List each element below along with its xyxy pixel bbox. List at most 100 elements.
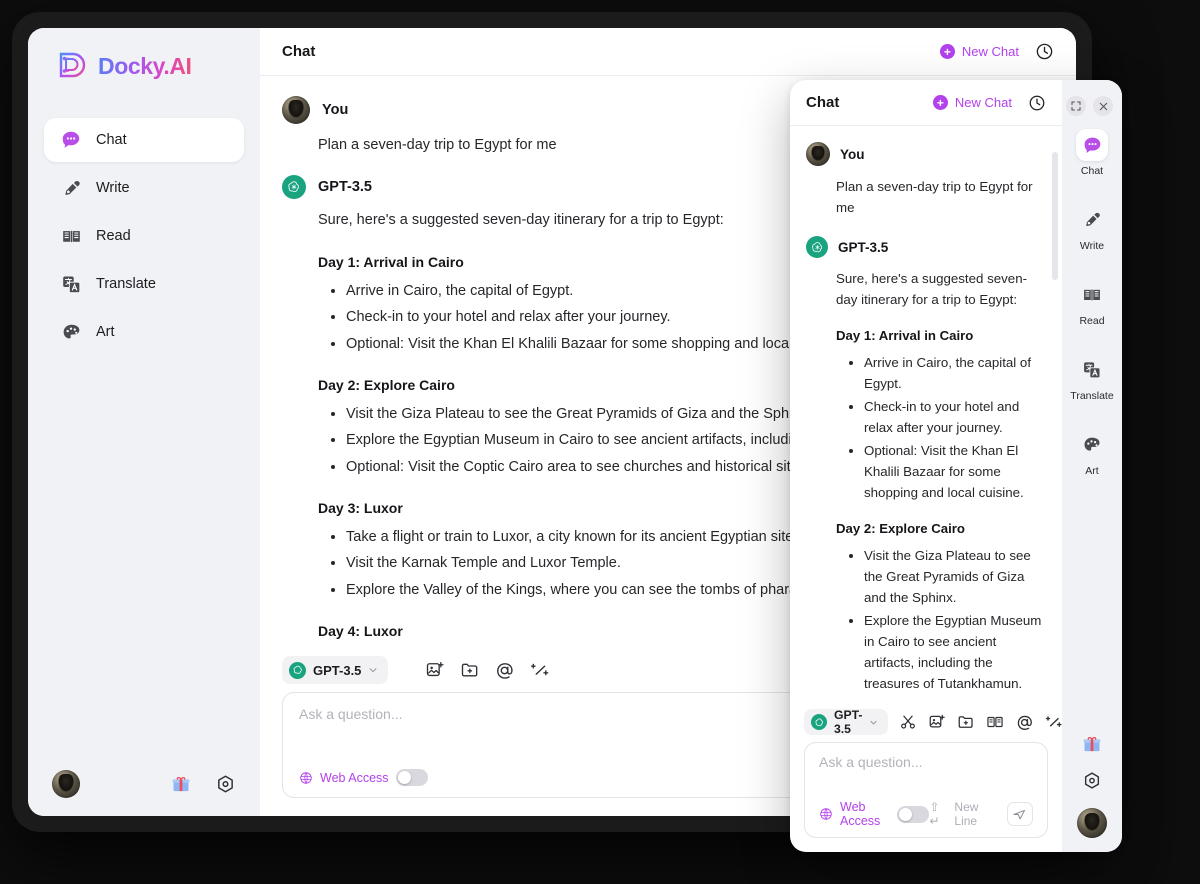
rail-item-label: Translate [1070, 390, 1114, 402]
sidebar-item-label: Write [96, 180, 130, 196]
toggle-switch[interactable] [395, 769, 428, 786]
assistant-intro: Sure, here's a suggested seven-day itine… [836, 271, 1028, 307]
message-author: You [322, 102, 349, 118]
translate-icon [60, 273, 82, 295]
message-author: GPT-3.5 [318, 179, 372, 196]
new-chat-button[interactable]: + New Chat [939, 44, 1019, 59]
rail-item-write[interactable]: Write [1066, 195, 1118, 256]
newline-keys: ⇧ ↵ [929, 800, 940, 828]
mention-at-icon[interactable] [494, 660, 515, 681]
plus-icon: + [932, 95, 948, 110]
sidebar-nav: Chat Write Read Translate Art [44, 118, 244, 354]
palette-icon [60, 321, 82, 343]
avatar [806, 142, 830, 166]
rail-item-art[interactable]: Art [1066, 420, 1118, 481]
floating-composer: GPT-3.5 Ask a question... Web Access ⇧ ↵… [790, 708, 1063, 852]
web-access-label: Web Access [840, 800, 881, 828]
day-items: Arrive in Cairo, the capital of Egypt. C… [836, 352, 1046, 503]
main-header-actions: + New Chat [939, 42, 1054, 61]
openai-logo-icon [811, 714, 827, 730]
folder-add-icon[interactable] [957, 713, 975, 732]
floating-chat-window: Chat + New Chat You Plan a seven-day tri… [790, 80, 1122, 852]
floating-rail: Chat Write Read Translate Art [1062, 80, 1122, 852]
new-chat-label: New Chat [954, 95, 1012, 110]
brand-name: Docky.AI [98, 52, 192, 79]
scissors-icon[interactable] [899, 713, 917, 732]
window-buttons [1066, 96, 1113, 116]
gift-icon[interactable] [171, 774, 191, 794]
model-selector[interactable]: GPT-3.5 [282, 656, 389, 684]
plus-icon: + [939, 44, 955, 59]
day-items: Visit the Giza Plateau to see the Great … [836, 545, 1046, 694]
sidebar-item-art[interactable]: Art [44, 310, 244, 354]
sidebar-item-write[interactable]: Write [44, 166, 244, 210]
translate-icon [1076, 354, 1108, 386]
folder-add-icon[interactable] [459, 660, 480, 681]
sidebar-item-chat[interactable]: Chat [44, 118, 244, 162]
open-book-icon [60, 225, 82, 247]
openai-logo-icon [282, 175, 306, 200]
message-header: GPT-3.5 [806, 236, 1046, 258]
expand-icon[interactable] [1066, 96, 1086, 116]
web-access-toggle[interactable]: Web Access [819, 800, 930, 828]
message-author: You [840, 146, 865, 162]
floating-page-title: Chat [806, 94, 840, 111]
image-add-icon[interactable] [928, 713, 946, 732]
settings-gear-icon[interactable] [215, 774, 236, 795]
rail-item-label: Write [1079, 240, 1105, 252]
model-name: GPT-3.5 [834, 708, 863, 736]
web-access-toggle[interactable]: Web Access [299, 769, 428, 786]
message-input[interactable]: Ask a question... Web Access ⇧ ↵ New Lin… [804, 742, 1048, 838]
sidebar-item-label: Chat [96, 132, 127, 148]
model-name: GPT-3.5 [313, 662, 362, 678]
chat-bubble-icon [60, 129, 82, 151]
prompt-magic-icon[interactable] [1045, 713, 1063, 732]
message-user: You Plan a seven-day trip to Egypt for m… [806, 142, 1046, 218]
toggle-switch[interactable] [897, 805, 930, 823]
sidebar-footer-actions [171, 774, 236, 795]
new-chat-button[interactable]: + New Chat [932, 95, 1012, 110]
openai-logo-icon [289, 661, 306, 679]
open-book-icon [1076, 279, 1108, 311]
rail-item-chat[interactable]: Chat [1066, 120, 1118, 181]
clock-history-icon[interactable] [1028, 94, 1046, 112]
chat-bubble-icon [1076, 129, 1108, 161]
close-icon[interactable] [1093, 96, 1113, 116]
rail-item-label: Read [1079, 315, 1105, 327]
sidebar-item-read[interactable]: Read [44, 214, 244, 258]
send-button[interactable] [1006, 802, 1033, 826]
assistant-body: Sure, here's a suggested seven-day itine… [806, 268, 1046, 694]
docky-logo-icon [54, 49, 88, 83]
message-text: Plan a seven-day trip to Egypt for me [836, 179, 1033, 215]
image-add-icon[interactable] [424, 660, 445, 681]
page-title: Chat [282, 43, 316, 60]
message-author: GPT-3.5 [838, 239, 889, 255]
prompt-magic-icon[interactable] [529, 660, 550, 681]
sidebar-item-label: Translate [96, 276, 156, 292]
message-header: You [806, 142, 1046, 166]
avatar[interactable] [1077, 808, 1107, 838]
globe-icon [299, 771, 313, 785]
rail-item-read[interactable]: Read [1066, 270, 1118, 331]
list-item: Arrive in Cairo, the capital of Egypt. [864, 352, 1046, 394]
avatar[interactable] [52, 770, 80, 798]
new-chat-label: New Chat [961, 44, 1019, 59]
model-selector[interactable]: GPT-3.5 [804, 708, 889, 736]
rail-footer [1062, 734, 1122, 838]
gift-icon[interactable] [1082, 734, 1102, 754]
day-title: Day 1: Arrival in Cairo [836, 328, 974, 343]
floating-header: Chat + New Chat [790, 80, 1062, 126]
mention-at-icon[interactable] [1015, 713, 1034, 732]
clock-history-icon[interactable] [1035, 42, 1054, 61]
floating-chat-column: Chat + New Chat You Plan a seven-day tri… [790, 80, 1063, 852]
sidebar-item-translate[interactable]: Translate [44, 262, 244, 306]
main-header: Chat + New Chat [260, 28, 1076, 76]
open-book-icon[interactable] [986, 713, 1004, 732]
scrollbar[interactable] [1052, 152, 1058, 280]
settings-gear-icon[interactable] [1082, 771, 1102, 791]
input-placeholder: Ask a question... [819, 754, 923, 770]
message-assistant: GPT-3.5 Sure, here's a suggested seven-d… [806, 236, 1046, 694]
rail-item-translate[interactable]: Translate [1066, 345, 1118, 406]
list-item: Visit the Giza Plateau to see the Great … [864, 545, 1046, 608]
brand: Docky.AI [44, 28, 244, 104]
